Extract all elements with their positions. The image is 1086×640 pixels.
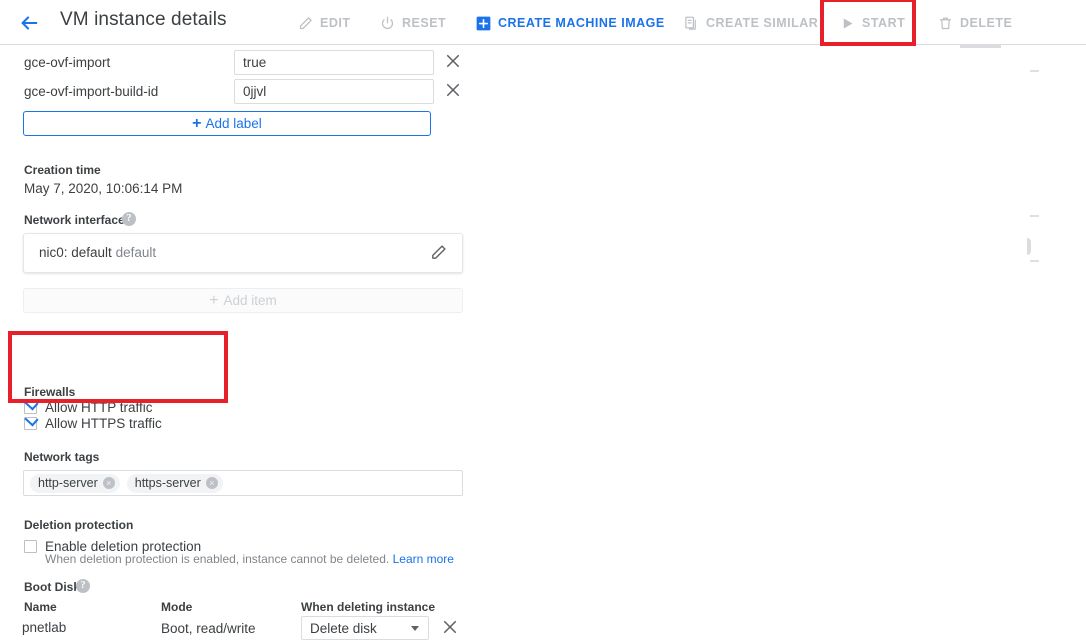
reset-button-label: RESET <box>402 16 447 31</box>
network-interface-card[interactable]: nic0: default default <box>23 233 463 273</box>
network-tags-input[interactable]: http-server × https-server × <box>23 470 463 496</box>
help-icon[interactable]: ? <box>76 579 90 593</box>
create-similar-button-label: CREATE SIMILAR <box>706 16 819 31</box>
when-deleting-instance-value: Delete disk <box>310 620 377 636</box>
plus-icon: + <box>192 114 202 132</box>
delete-button-label: DELETE <box>960 16 1013 31</box>
trash-icon <box>936 14 954 32</box>
network-interface-name: nic0: default <box>39 245 112 260</box>
checkbox-icon[interactable] <box>24 416 37 430</box>
allow-https-traffic-checkbox-row[interactable]: Allow HTTPS traffic <box>24 414 162 432</box>
label-value-input[interactable] <box>234 79 434 104</box>
creation-time-label: Creation time <box>24 163 101 177</box>
when-deleting-instance-select[interactable]: Delete disk <box>301 616 429 640</box>
rail-mark <box>1030 215 1039 217</box>
panel-divider <box>960 45 1001 48</box>
close-icon[interactable] <box>441 618 461 638</box>
label-row: gce-ovf-import <box>24 50 464 78</box>
instance-details-panel: gce-ovf-import gce-ovf-import-build-id +… <box>0 45 1006 640</box>
create-similar-button[interactable]: CREATE SIMILAR <box>682 11 818 35</box>
close-icon[interactable] <box>444 81 464 101</box>
edit-button[interactable]: EDIT <box>296 11 350 35</box>
pencil-icon[interactable] <box>430 244 450 264</box>
edit-button-label: EDIT <box>320 16 351 31</box>
label-key: gce-ovf-import <box>24 55 111 70</box>
label-key: gce-ovf-import-build-id <box>24 84 159 99</box>
boot-disk-column-name: Name <box>24 600 57 614</box>
plus-icon: + <box>209 291 219 309</box>
chevron-down-icon <box>411 625 419 631</box>
label-row: gce-ovf-import-build-id <box>24 79 464 107</box>
network-tag-label: http-server <box>38 476 98 490</box>
chip-close-icon[interactable]: × <box>205 477 218 489</box>
copy-icon <box>682 14 700 32</box>
right-rail <box>1006 45 1086 614</box>
allow-http-traffic-label: Allow HTTP traffic <box>45 399 153 415</box>
play-icon <box>838 14 856 32</box>
add-network-interface-label: Add item <box>223 293 277 308</box>
network-interface-subnet: default <box>115 245 157 260</box>
deletion-protection-note: When deletion protection is enabled, ins… <box>45 552 454 566</box>
create-machine-image-button[interactable]: CREATE MACHINE IMAGE <box>474 11 665 35</box>
rail-mark <box>1030 260 1039 262</box>
network-tag-chip: https-server × <box>126 473 223 493</box>
network-tag-chip: http-server × <box>30 473 120 493</box>
close-icon[interactable] <box>444 52 464 72</box>
add-label-button-label: Add label <box>205 116 262 131</box>
back-button[interactable] <box>14 8 44 38</box>
network-interfaces-label: Network interfaces <box>24 213 132 227</box>
creation-time-value: May 7, 2020, 10:06:14 PM <box>24 181 183 196</box>
plus-square-icon <box>474 14 492 32</box>
add-network-interface-button: + Add item <box>23 288 463 313</box>
create-machine-image-button-label: CREATE MACHINE IMAGE <box>498 16 665 31</box>
rail-mark <box>1030 70 1039 72</box>
checkbox-icon[interactable] <box>24 539 37 553</box>
network-interface-text: nic0: default default <box>39 245 156 260</box>
label-value-input[interactable] <box>234 50 434 75</box>
network-tags-label: Network tags <box>24 450 100 464</box>
help-icon[interactable]: ? <box>122 212 136 226</box>
deletion-protection-label: Deletion protection <box>24 518 134 532</box>
boot-disk-column-when-deleting: When deleting instance <box>301 600 436 614</box>
boot-disk-mode-value: Boot, read/write <box>161 621 256 636</box>
chip-close-icon[interactable]: × <box>102 477 115 489</box>
boot-disk-column-mode: Mode <box>161 600 193 614</box>
panel-expand-handle[interactable] <box>1027 238 1031 255</box>
start-button-label: START <box>862 16 906 31</box>
delete-button[interactable]: DELETE <box>936 11 1012 35</box>
allow-https-traffic-label: Allow HTTPS traffic <box>45 415 162 431</box>
power-reset-icon <box>378 14 396 32</box>
boot-disk-label: Boot Disk <box>24 580 81 594</box>
arrow-back-icon <box>18 12 40 34</box>
start-button[interactable]: START <box>838 11 905 35</box>
reset-button[interactable]: RESET <box>378 11 446 35</box>
page-title: VM instance details <box>60 9 227 30</box>
learn-more-link[interactable]: Learn more <box>393 552 454 566</box>
add-label-button[interactable]: + Add label <box>23 111 431 136</box>
network-tag-label: https-server <box>134 476 201 490</box>
pencil-icon <box>296 14 314 32</box>
app-header: VM instance details EDIT RESET CREATE MA… <box>0 0 1086 45</box>
boot-disk-name-value: pnetlab <box>22 620 67 635</box>
deletion-protection-note-text: When deletion protection is enabled, ins… <box>45 552 390 566</box>
